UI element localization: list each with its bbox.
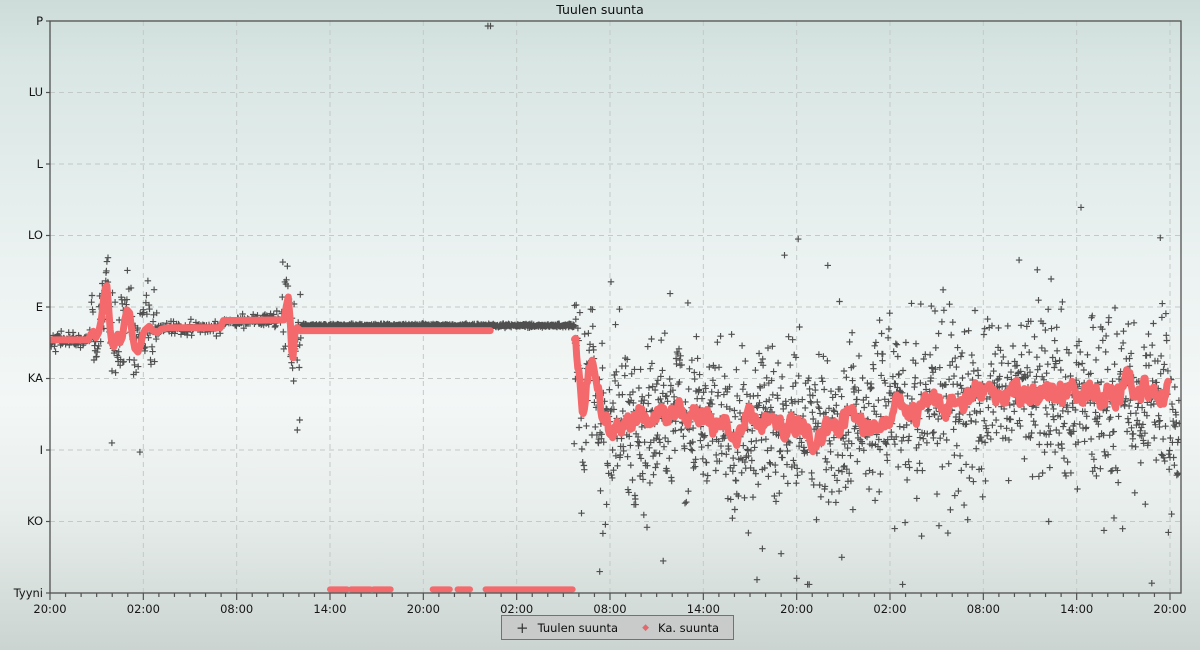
y-axis-label: E bbox=[0, 300, 43, 315]
chart-legend: + Tuulen suunta ◆ Ka. suunta bbox=[501, 615, 734, 640]
x-axis-label: 20:00 bbox=[400, 602, 446, 616]
x-axis-label: 14:00 bbox=[680, 602, 726, 616]
plus-marker-icon: + bbox=[516, 623, 529, 633]
y-axis-label: L bbox=[0, 157, 43, 172]
x-axis-label: 08:00 bbox=[587, 602, 633, 616]
y-axis-label: P bbox=[0, 14, 43, 29]
y-axis-label: LO bbox=[0, 228, 43, 243]
chart-canvas bbox=[0, 0, 1200, 650]
x-axis-label: 02:00 bbox=[494, 602, 540, 616]
x-axis-label: 08:00 bbox=[214, 602, 260, 616]
x-axis-label: 14:00 bbox=[307, 602, 353, 616]
x-axis-label: 20:00 bbox=[774, 602, 820, 616]
x-axis-label: 20:00 bbox=[27, 602, 73, 616]
y-axis-label: Tyyni bbox=[0, 586, 43, 601]
legend-label-wind-direction: Tuulen suunta bbox=[538, 621, 618, 635]
wind-direction-chart-window: Tuulen suunta PLULLOEKAIKOTyyni20:0002:0… bbox=[0, 0, 1200, 650]
y-axis-label: I bbox=[0, 443, 43, 458]
x-axis-label: 08:00 bbox=[960, 602, 1006, 616]
x-axis-label: 02:00 bbox=[120, 602, 166, 616]
x-axis-label: 20:00 bbox=[1147, 602, 1193, 616]
diamond-marker-icon: ◆ bbox=[642, 623, 649, 633]
y-axis-label: KO bbox=[0, 514, 43, 529]
y-axis-label: KA bbox=[0, 371, 43, 386]
x-axis-label: 02:00 bbox=[867, 602, 913, 616]
legend-label-average-direction: Ka. suunta bbox=[658, 621, 719, 635]
y-axis-label: LU bbox=[0, 85, 43, 100]
x-axis-label: 14:00 bbox=[1054, 602, 1100, 616]
